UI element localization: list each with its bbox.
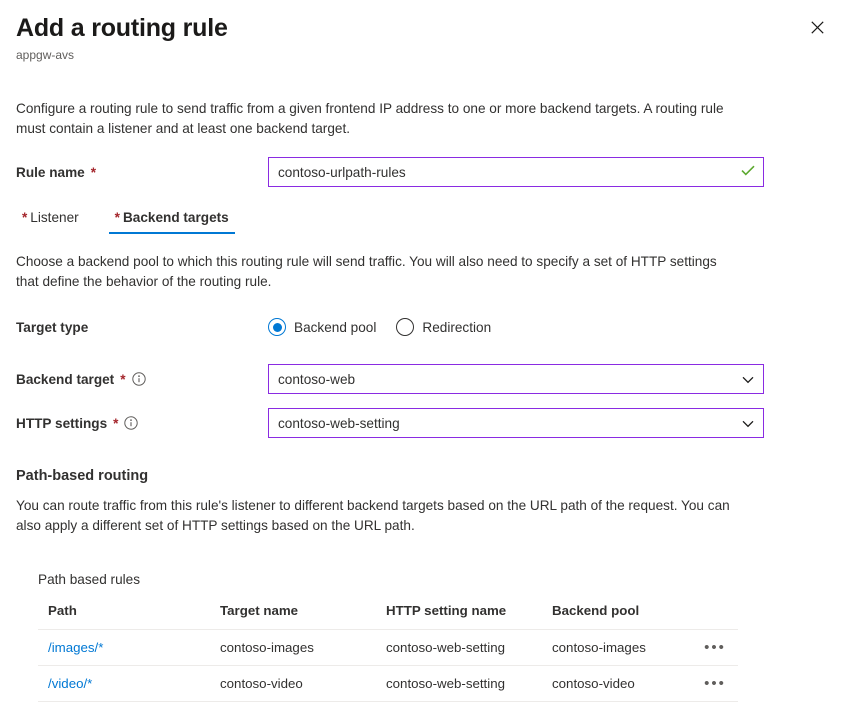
- path-rules-block: Path based rules Path Target name HTTP s…: [16, 572, 832, 702]
- backend-description: Choose a backend pool to which this rout…: [16, 254, 717, 289]
- rule-name-label-text: Rule name: [16, 164, 85, 180]
- column-header-path: Path: [38, 603, 210, 630]
- http-settings-label-text: HTTP settings: [16, 415, 108, 431]
- target-type-row: Target type Backend pool Redirection: [16, 312, 832, 342]
- http-settings-value: contoso-web-setting: [278, 415, 400, 431]
- path-rules-table: Path Target name HTTP setting name Backe…: [38, 603, 738, 702]
- rule-name-input[interactable]: [268, 157, 764, 187]
- target-type-label: Target type: [16, 320, 268, 335]
- http-settings-row: HTTP settings * contoso-web-setting: [16, 408, 832, 438]
- table-row: /video/* contoso-video contoso-web-setti…: [38, 665, 738, 702]
- cell-backend-pool: contoso-images: [542, 629, 682, 666]
- radio-redirection-circle: [396, 318, 415, 336]
- path-based-routing-heading: Path-based routing: [16, 468, 149, 484]
- http-settings-field-wrap: contoso-web-setting: [268, 408, 764, 438]
- backend-target-required-marker: *: [120, 371, 126, 387]
- path-link[interactable]: /video/*: [48, 676, 92, 691]
- column-header-backend-pool: Backend pool: [542, 603, 682, 630]
- http-settings-label: HTTP settings *: [16, 416, 268, 431]
- backend-target-row: Backend target * contoso-web: [16, 364, 832, 394]
- target-type-radio-group: Backend pool Redirection: [268, 318, 491, 336]
- tab-listener[interactable]: * Listener: [16, 209, 85, 234]
- path-based-routing-description: You can route traffic from this rule's l…: [16, 498, 730, 533]
- tab-list: * Listener * Backend targets: [16, 209, 832, 234]
- radio-backend-pool-circle: [268, 318, 286, 336]
- info-icon[interactable]: [131, 372, 146, 386]
- resource-subtitle: appgw-avs: [16, 48, 75, 62]
- chevron-down-icon: [742, 372, 754, 387]
- cell-target-name: contoso-images: [210, 629, 376, 666]
- backend-target-label-text: Backend target: [16, 371, 115, 387]
- close-button[interactable]: [802, 12, 832, 42]
- panel-header: Add a routing rule appgw-avs: [16, 0, 832, 63]
- tab-backend-targets-label: Backend targets: [122, 210, 229, 225]
- backend-target-field-wrap: contoso-web: [268, 364, 764, 394]
- path-rules-caption: Path based rules: [38, 572, 141, 587]
- intro-description: Configure a routing rule to send traffic…: [16, 101, 724, 136]
- target-type-label-text: Target type: [16, 319, 89, 335]
- backend-target-select[interactable]: contoso-web: [268, 364, 764, 394]
- ellipsis-icon[interactable]: •••: [698, 676, 732, 691]
- ellipsis-icon[interactable]: •••: [698, 640, 732, 655]
- backend-target-label: Backend target *: [16, 372, 268, 387]
- tab-listener-label: Listener: [30, 210, 79, 225]
- tab-backend-targets-required-marker: *: [114, 210, 120, 225]
- table-header-row: Path Target name HTTP setting name Backe…: [38, 603, 738, 630]
- cell-target-name: contoso-video: [210, 665, 376, 702]
- column-header-http-setting-name: HTTP setting name: [376, 603, 542, 630]
- http-settings-select[interactable]: contoso-web-setting: [268, 408, 764, 438]
- column-header-menu: [682, 603, 738, 630]
- rule-name-field-wrap: [268, 157, 764, 187]
- page-title: Add a routing rule: [16, 14, 228, 42]
- http-settings-required-marker: *: [113, 415, 119, 431]
- radio-redirection[interactable]: Redirection: [396, 318, 491, 336]
- column-header-target-name: Target name: [210, 603, 376, 630]
- add-routing-rule-panel: Add a routing rule appgw-avs Configure a…: [0, 0, 848, 709]
- backend-target-value: contoso-web: [278, 371, 356, 387]
- radio-redirection-label: Redirection: [422, 319, 492, 335]
- chevron-down-icon: [742, 416, 754, 431]
- radio-backend-pool-label: Backend pool: [294, 319, 377, 335]
- cell-http-setting-name: contoso-web-setting: [376, 629, 542, 666]
- tab-listener-required-marker: *: [22, 210, 28, 225]
- rule-name-label: Rule name *: [16, 165, 268, 180]
- tab-backend-targets[interactable]: * Backend targets: [108, 209, 235, 234]
- table-row: /images/* contoso-images contoso-web-set…: [38, 629, 738, 666]
- rule-name-row: Rule name *: [16, 157, 832, 187]
- close-icon: [810, 20, 824, 34]
- required-marker: *: [90, 164, 97, 180]
- path-link[interactable]: /images/*: [48, 640, 103, 655]
- info-icon[interactable]: [124, 416, 139, 430]
- radio-backend-pool[interactable]: Backend pool: [268, 318, 376, 336]
- cell-http-setting-name: contoso-web-setting: [376, 665, 542, 702]
- cell-backend-pool: contoso-video: [542, 665, 682, 702]
